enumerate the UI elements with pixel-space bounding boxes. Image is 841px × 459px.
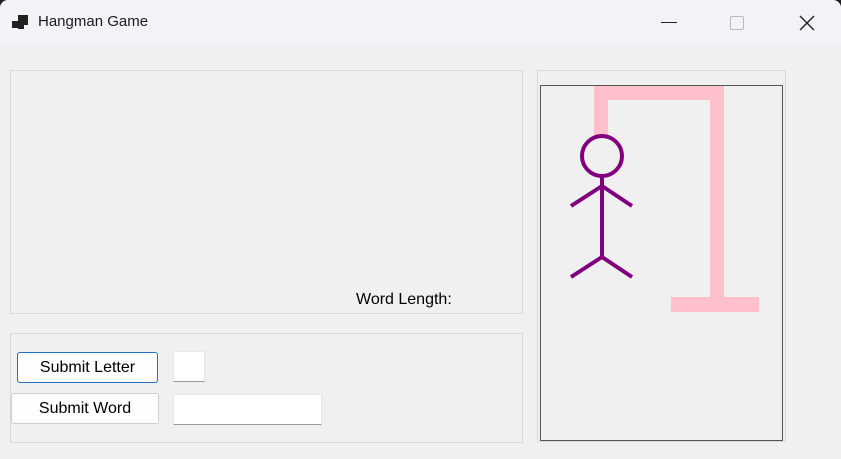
figure-head <box>580 134 624 178</box>
figure-right-leg <box>600 255 634 279</box>
word-input[interactable] <box>173 394 322 425</box>
window-title: Hangman Game <box>38 13 149 30</box>
submit-letter-button[interactable]: Submit Letter <box>17 352 158 383</box>
title-bar[interactable]: Hangman Game <box>0 0 841 46</box>
hangman-drawing <box>569 86 759 312</box>
controls-panel <box>10 333 523 443</box>
close-icon <box>799 15 815 31</box>
stick-figure <box>569 134 634 279</box>
app-icon <box>12 15 30 31</box>
hangman-picture <box>540 85 783 441</box>
word-length-label: Word Length: <box>356 291 452 308</box>
close-button[interactable] <box>784 0 830 46</box>
submit-word-button[interactable]: Submit Word <box>11 393 159 424</box>
word-display-panel <box>10 70 523 314</box>
maximize-button[interactable] <box>714 0 760 46</box>
gallows-beam <box>594 86 724 100</box>
figure-right-arm <box>600 184 634 208</box>
minimize-button[interactable] <box>646 0 692 46</box>
gallows-base <box>671 297 759 312</box>
figure-left-leg <box>569 255 604 279</box>
letter-input[interactable] <box>173 351 205 382</box>
app-window: Hangman Game Word Length: Submit Letter … <box>0 0 841 459</box>
figure-left-arm <box>569 184 604 208</box>
gallows-post <box>710 86 724 304</box>
